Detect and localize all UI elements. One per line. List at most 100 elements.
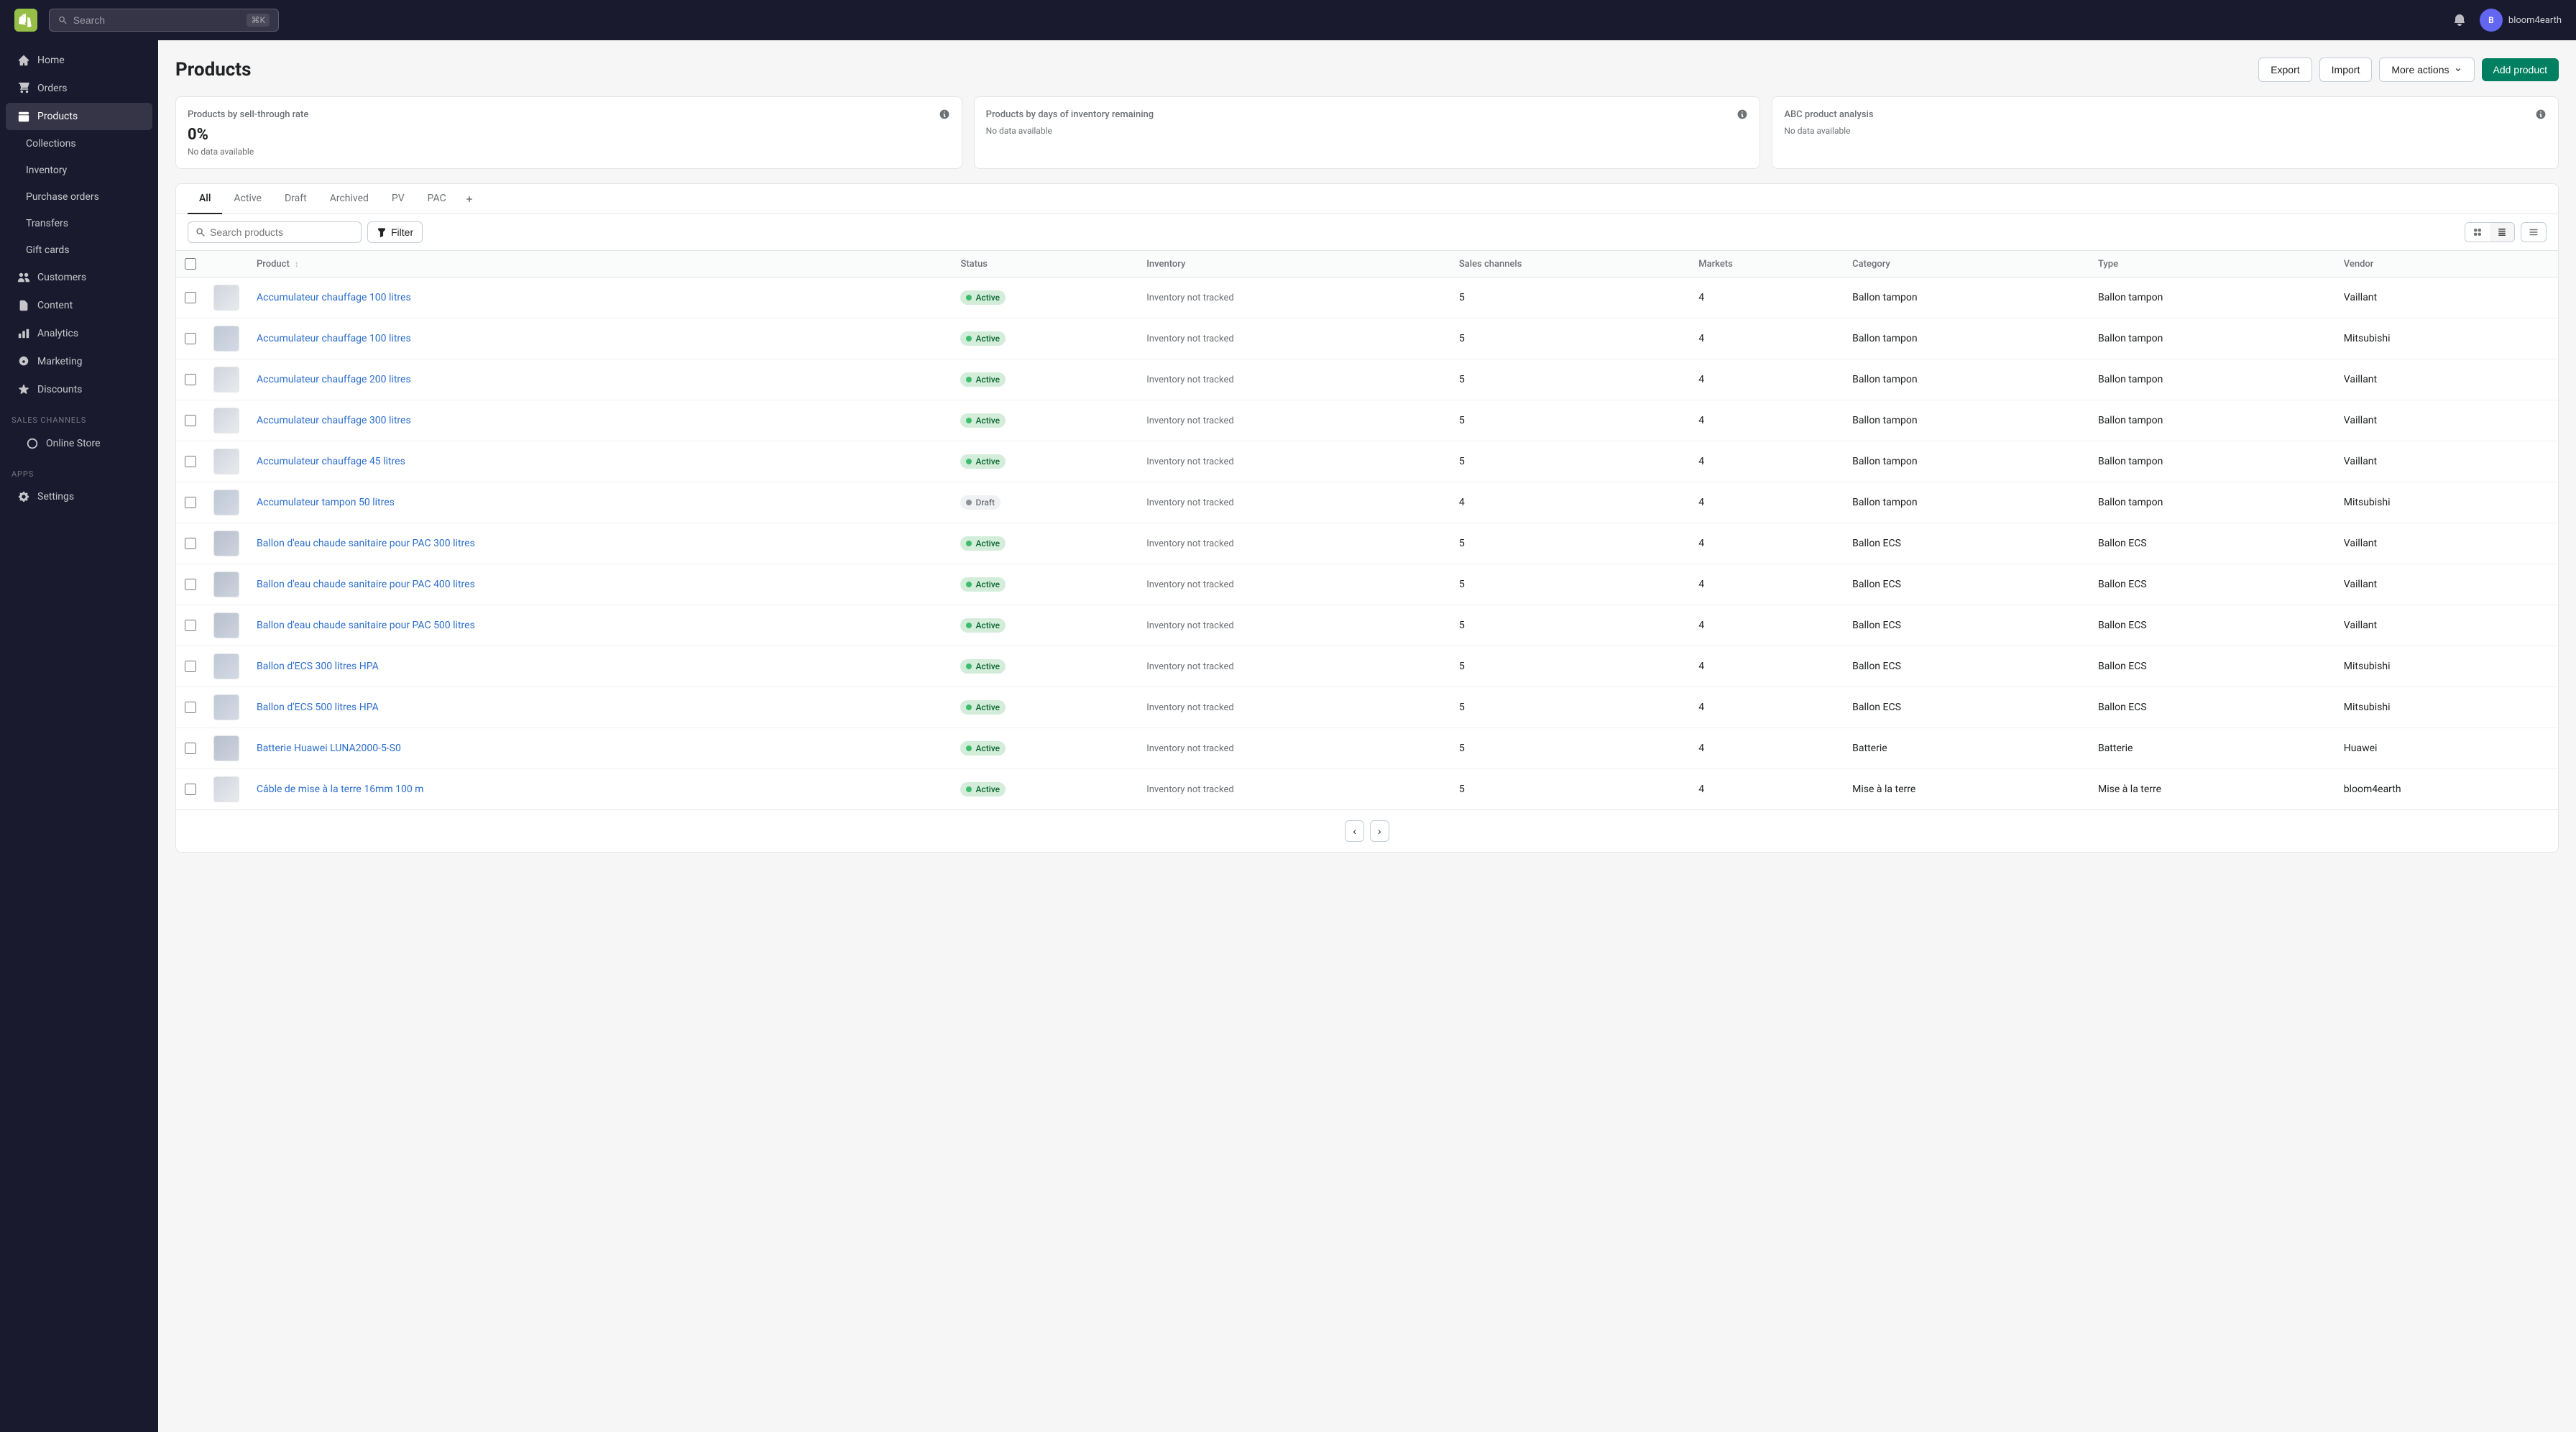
tab-pv[interactable]: PV — [380, 184, 416, 214]
table-row[interactable]: Ballon d'eau chaude sanitaire pour PAC 4… — [176, 564, 2558, 605]
row-checkbox[interactable] — [185, 292, 196, 303]
sidebar-item-transfers[interactable]: Transfers — [6, 211, 152, 237]
import-button[interactable]: Import — [2319, 58, 2373, 82]
analytics-card-title-3: ABC product analysis — [1784, 109, 1873, 120]
row-checkbox-cell[interactable] — [176, 564, 205, 605]
table-row[interactable]: Ballon d'ECS 300 litres HPA Active Inven… — [176, 646, 2558, 687]
tab-active[interactable]: Active — [222, 184, 273, 214]
row-product-name[interactable]: Ballon d'ECS 500 litres HPA — [248, 687, 952, 728]
table-row[interactable]: Ballon d'ECS 500 litres HPA Active Inven… — [176, 687, 2558, 728]
row-product-name[interactable]: Accumulateur chauffage 45 litres — [248, 441, 952, 482]
sidebar-item-inventory[interactable]: Inventory — [6, 157, 152, 183]
sidebar-item-analytics-label: Analytics — [37, 328, 78, 339]
notifications-button[interactable] — [2448, 9, 2471, 32]
filter-search[interactable] — [188, 221, 362, 243]
sidebar-item-settings[interactable]: Settings — [6, 483, 152, 510]
row-product-name[interactable]: Accumulateur chauffage 100 litres — [248, 277, 952, 318]
row-checkbox-cell[interactable] — [176, 646, 205, 687]
sidebar-item-content[interactable]: Content — [6, 292, 152, 319]
row-product-name[interactable]: Accumulateur chauffage 100 litres — [248, 318, 952, 359]
select-all-checkbox[interactable] — [185, 258, 196, 270]
row-checkbox-cell[interactable] — [176, 769, 205, 810]
table-row[interactable]: Accumulateur chauffage 100 litres Active… — [176, 318, 2558, 359]
row-checkbox-cell[interactable] — [176, 400, 205, 441]
table-row[interactable]: Câble de mise à la terre 16mm 100 m Acti… — [176, 769, 2558, 810]
tab-pac[interactable]: PAC — [416, 184, 458, 214]
add-product-button[interactable]: Add product — [2482, 58, 2559, 81]
sidebar-item-purchase-orders[interactable]: Purchase orders — [6, 184, 152, 210]
row-checkbox-cell[interactable] — [176, 318, 205, 359]
export-button[interactable]: Export — [2258, 58, 2312, 82]
table-row[interactable]: Batterie Huawei LUNA2000-5-S0 Active Inv… — [176, 728, 2558, 769]
table-row[interactable]: Accumulateur chauffage 100 litres Active… — [176, 277, 2558, 318]
product-thumbnail — [213, 776, 239, 802]
product-header[interactable]: Product ↕ — [248, 251, 952, 277]
row-checkbox-cell[interactable] — [176, 359, 205, 400]
sidebar-item-online-store[interactable]: Online Store — [6, 430, 152, 457]
row-checkbox-cell[interactable] — [176, 482, 205, 523]
table-row[interactable]: Accumulateur chauffage 45 litres Active … — [176, 441, 2558, 482]
row-checkbox-cell[interactable] — [176, 441, 205, 482]
account-button[interactable]: B bloom4earth — [2480, 9, 2562, 32]
row-product-name[interactable]: Accumulateur chauffage 200 litres — [248, 359, 952, 400]
grid-view-button[interactable] — [2465, 223, 2490, 242]
list-view-button[interactable] — [2490, 223, 2514, 242]
search-bar[interactable]: ⌘K — [49, 9, 279, 32]
row-product-name[interactable]: Ballon d'eau chaude sanitaire pour PAC 3… — [248, 523, 952, 564]
row-checkbox-cell[interactable] — [176, 728, 205, 769]
table-row[interactable]: Accumulateur tampon 50 litres Draft Inve… — [176, 482, 2558, 523]
row-checkbox[interactable] — [185, 784, 196, 795]
table-row[interactable]: Ballon d'eau chaude sanitaire pour PAC 3… — [176, 523, 2558, 564]
sidebar-item-analytics[interactable]: Analytics — [6, 320, 152, 347]
row-checkbox-cell[interactable] — [176, 523, 205, 564]
row-checkbox-cell[interactable] — [176, 605, 205, 646]
row-checkbox[interactable] — [185, 743, 196, 754]
select-all-header[interactable] — [176, 251, 205, 277]
table-row[interactable]: Ballon d'eau chaude sanitaire pour PAC 5… — [176, 605, 2558, 646]
row-checkbox-cell[interactable] — [176, 277, 205, 318]
row-product-name[interactable]: Câble de mise à la terre 16mm 100 m — [248, 769, 952, 810]
filter-right — [2465, 222, 2547, 242]
tab-archived[interactable]: Archived — [318, 184, 380, 214]
sidebar-item-gift-cards[interactable]: Gift cards — [6, 237, 152, 263]
row-checkbox[interactable] — [185, 661, 196, 672]
row-product-name[interactable]: Ballon d'eau chaude sanitaire pour PAC 4… — [248, 564, 952, 605]
row-checkbox[interactable] — [185, 415, 196, 426]
sidebar-item-products[interactable]: Products — [6, 103, 152, 130]
prev-page-button[interactable]: ‹ — [1345, 820, 1364, 842]
row-product-name[interactable]: Ballon d'ECS 300 litres HPA — [248, 646, 952, 687]
more-actions-button[interactable]: More actions — [2379, 58, 2474, 82]
analytics-cards: Products by sell-through rate 0% No data… — [175, 96, 2559, 169]
row-checkbox[interactable] — [185, 538, 196, 549]
shopify-logo-icon[interactable] — [14, 9, 37, 32]
row-checkbox[interactable] — [185, 579, 196, 590]
row-checkbox-cell[interactable] — [176, 687, 205, 728]
tab-all[interactable]: All — [188, 184, 222, 214]
filter-button[interactable]: Filter — [367, 221, 423, 243]
sidebar-item-orders[interactable]: Orders — [6, 75, 152, 102]
row-product-name[interactable]: Accumulateur chauffage 300 litres — [248, 400, 952, 441]
row-product-name[interactable]: Accumulateur tampon 50 litres — [248, 482, 952, 523]
tab-draft[interactable]: Draft — [273, 184, 318, 214]
row-product-name[interactable]: Batterie Huawei LUNA2000-5-S0 — [248, 728, 952, 769]
sidebar-item-collections[interactable]: Collections — [6, 131, 152, 157]
column-settings-button[interactable] — [2521, 222, 2547, 242]
search-input[interactable] — [73, 14, 242, 26]
row-checkbox[interactable] — [185, 620, 196, 631]
sidebar-item-marketing-label: Marketing — [37, 356, 83, 367]
row-checkbox[interactable] — [185, 333, 196, 344]
sidebar-item-discounts[interactable]: Discounts — [6, 376, 152, 403]
sidebar-item-home[interactable]: Home — [6, 47, 152, 74]
product-search-input[interactable] — [210, 226, 354, 238]
table-row[interactable]: Accumulateur chauffage 300 litres Active… — [176, 400, 2558, 441]
sidebar-item-marketing[interactable]: Marketing — [6, 348, 152, 375]
table-row[interactable]: Accumulateur chauffage 200 litres Active… — [176, 359, 2558, 400]
row-checkbox[interactable] — [185, 456, 196, 467]
sidebar-item-customers[interactable]: Customers — [6, 264, 152, 291]
tab-add-button[interactable] — [458, 184, 481, 214]
row-checkbox[interactable] — [185, 374, 196, 385]
row-checkbox[interactable] — [185, 497, 196, 508]
row-checkbox[interactable] — [185, 702, 196, 713]
next-page-button[interactable]: › — [1370, 820, 1389, 842]
row-product-name[interactable]: Ballon d'eau chaude sanitaire pour PAC 5… — [248, 605, 952, 646]
